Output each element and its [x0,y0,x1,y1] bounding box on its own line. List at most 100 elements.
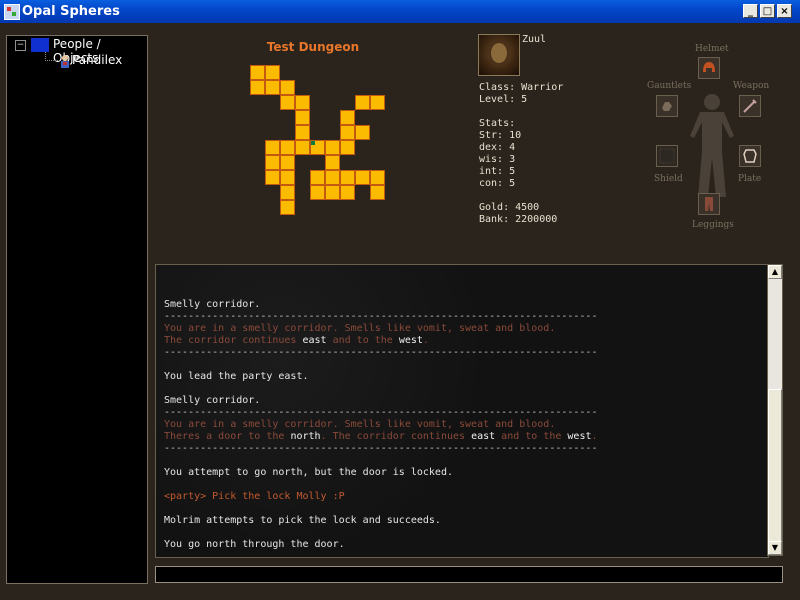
shield-slot[interactable] [656,145,678,167]
log-line: Molrim attempts to pick the lock and suc… [164,515,441,526]
log-text: The corridor continues [164,335,303,346]
log-line: You are in a smelly corridor. Smells lik… [164,419,556,430]
map-tile [340,110,355,125]
command-input[interactable] [155,566,783,583]
character-portrait [478,34,520,76]
scroll-thumb[interactable] [768,389,782,545]
plate-armor-icon [743,149,757,163]
log-text: . [422,335,429,346]
map-tile [295,140,310,155]
party-chat-line: <party> Pick the lock Molly :P [164,491,345,502]
log-scrollbar[interactable]: ▲ ▼ [767,264,783,556]
map-tile [325,140,340,155]
log-separator: ----------------------------------------… [164,407,598,418]
direction-east: east [471,431,496,442]
gauntlets-label: Gauntlets [647,81,692,91]
party-position-marker [311,141,315,145]
plate-label: Plate [738,174,762,184]
map-tile [280,185,295,200]
plate-slot[interactable] [739,145,761,167]
leggings-icon [705,197,713,211]
title-bar: Opal Spheres _ □ × [0,0,800,23]
helmet-label: Helmet [695,44,729,54]
map-title: Test Dungeon [266,40,360,54]
direction-east: east [302,335,327,346]
log-separator: ----------------------------------------… [164,443,598,454]
dungeon-map [250,65,390,225]
map-tile [370,170,385,185]
window-title: Opal Spheres [22,4,120,19]
map-tile [340,125,355,140]
stats-header: Stats: [479,118,516,129]
close-button[interactable]: × [777,4,792,18]
body-silhouette-icon [690,94,734,197]
helmet-slot[interactable] [698,57,720,79]
log-line: The corridor continues east and to the w… [164,335,429,346]
map-tile [310,185,325,200]
map-tile [280,80,295,95]
stat-dex: dex: 4 [479,142,516,153]
log-line: Smelly corridor. [164,299,261,310]
log-text: and to the [495,431,568,442]
shield-label: Shield [654,174,683,184]
scroll-up-button[interactable]: ▲ [768,265,782,279]
leggings-label: Leggings [692,220,734,230]
map-tile [340,185,355,200]
log-separator: ----------------------------------------… [164,347,598,358]
map-tile [370,95,385,110]
class-line: Class: Warrior [479,82,564,93]
character-name: Zuul [522,34,547,45]
helmet-icon [703,62,715,72]
map-tile [280,95,295,110]
tree-connector [45,52,58,61]
log-text: and to the [326,335,399,346]
gauntlets-slot[interactable] [656,95,678,117]
app-icon [4,4,20,20]
shield-icon [659,148,675,164]
map-tile [325,185,340,200]
log-separator: ----------------------------------------… [164,311,598,322]
map-tile [295,95,310,110]
map-tile [250,65,265,80]
gold-line: Gold: 4500 [479,202,540,213]
map-tile [325,155,340,170]
log-line: Smelly corridor. [164,395,261,406]
map-tile [355,125,370,140]
log-line: Theres a door to the north. The corridor… [164,431,598,442]
map-tile [340,170,355,185]
log-text: . [591,431,598,442]
folder-icon [31,38,49,52]
tree-node-pandilex[interactable]: Pandilex [72,53,122,67]
leggings-slot[interactable] [698,193,720,215]
minimize-button[interactable]: _ [743,4,758,18]
map-tile [310,170,325,185]
map-tile [280,200,295,215]
map-tile [355,95,370,110]
people-objects-tree[interactable]: − People / Objects Pandilex [6,35,148,584]
bank-line: Bank: 2200000 [479,214,558,225]
log-line: You lead the party east. [164,371,309,382]
direction-north: north [290,431,321,442]
maximize-button[interactable]: □ [760,4,775,18]
map-tile [355,170,370,185]
log-line: You go north through the door. [164,539,345,550]
collapse-toggle[interactable]: − [15,40,26,51]
map-tile [265,65,280,80]
stat-str: Str: 10 [479,130,522,141]
person-icon [61,55,69,68]
weapon-slot[interactable] [739,95,761,117]
stat-wis: wis: 3 [479,154,516,165]
log-line: You are in a smelly corridor. Smells lik… [164,323,556,334]
weapon-label: Weapon [733,81,770,91]
sword-icon [743,99,757,113]
map-tile [295,125,310,140]
level-line: Level: 5 [479,94,528,105]
log-text: Theres a door to the [164,431,291,442]
stat-con: con: 5 [479,178,516,189]
message-log[interactable]: Smelly corridor. -----------------------… [155,264,769,558]
map-tile [265,140,280,155]
scroll-down-button[interactable]: ▼ [768,541,782,555]
map-tile [280,155,295,170]
map-tile [250,80,265,95]
map-tile [265,155,280,170]
